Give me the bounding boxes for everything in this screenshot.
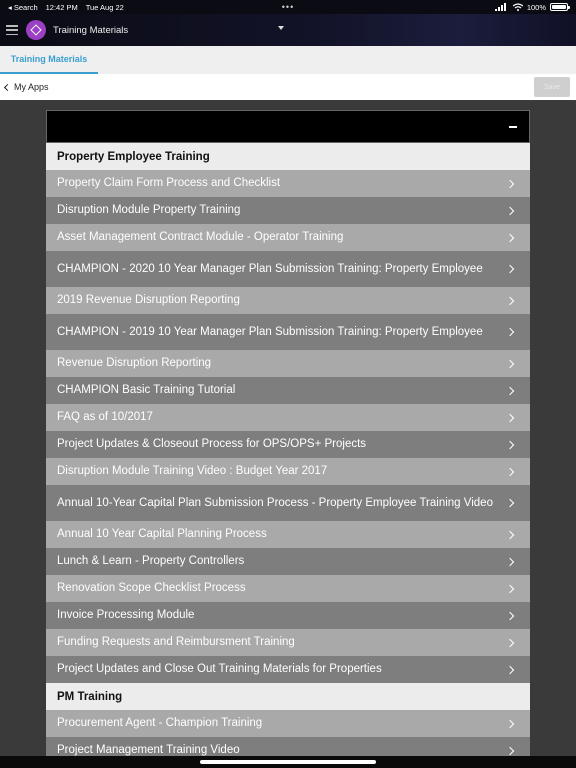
training-item[interactable]: Project Management Training Video — [46, 737, 530, 756]
training-item-label: Disruption Module Training Video : Budge… — [57, 465, 328, 477]
training-item[interactable]: Disruption Module Property Training — [46, 197, 530, 224]
training-item[interactable]: Property Claim Form Process and Checklis… — [46, 170, 530, 197]
app-header: Training Materials — [0, 14, 576, 46]
tab-bar: Training Materials — [0, 46, 576, 74]
training-panel: Property Employee Training Property Claim… — [46, 110, 530, 756]
training-item-label: Procurement Agent - Champion Training — [57, 717, 263, 729]
training-item[interactable]: Funding Requests and Reimbursment Traini… — [46, 629, 530, 656]
chevron-right-icon — [505, 206, 515, 215]
chevron-right-icon — [505, 638, 515, 647]
training-item[interactable]: Lunch & Learn - Property Controllers — [46, 548, 530, 575]
training-item-label: Project Updates and Close Out Training M… — [57, 663, 382, 675]
training-item[interactable]: Procurement Agent - Champion Training — [46, 710, 530, 737]
training-item-label: Funding Requests and Reimbursment Traini… — [57, 636, 295, 648]
home-indicator — [0, 756, 576, 768]
save-button[interactable]: Save — [534, 77, 570, 97]
status-bar: ◂ Search 12:42 PM Tue Aug 22 ••• 100% — [0, 0, 576, 14]
status-date: Tue Aug 22 — [85, 2, 124, 12]
nav-bar: My Apps Save — [0, 74, 576, 100]
training-item-label: 2019 Revenue Disruption Reporting — [57, 294, 240, 306]
chevron-right-icon — [505, 719, 515, 728]
training-item-label: Project Updates & Closeout Process for O… — [57, 438, 367, 450]
chevron-right-icon — [505, 233, 515, 242]
training-item[interactable]: Disruption Module Training Video : Budge… — [46, 458, 530, 485]
training-item-label: Annual 10-Year Capital Plan Submission P… — [57, 496, 493, 509]
chevron-right-icon — [505, 530, 515, 539]
back-to-search-link[interactable]: ◂ Search — [8, 3, 38, 12]
training-item[interactable]: CHAMPION - 2019 10 Year Manager Plan Sub… — [46, 314, 530, 350]
chevron-right-icon — [505, 264, 515, 274]
hamburger-menu-icon[interactable] — [6, 25, 18, 35]
training-item-label: FAQ as of 10/2017 — [57, 411, 153, 423]
chevron-right-icon — [505, 440, 515, 449]
signal-icon — [494, 3, 506, 11]
chevron-right-icon — [505, 746, 515, 755]
app-logo-icon[interactable] — [26, 20, 46, 40]
section-header: PM Training — [46, 683, 530, 710]
training-list: Property Employee Training Property Claim… — [46, 143, 530, 756]
training-item[interactable]: Project Updates and Close Out Training M… — [46, 656, 530, 683]
training-item-label: Revenue Disruption Reporting — [57, 357, 212, 369]
chevron-right-icon — [505, 665, 515, 674]
chevron-left-icon — [3, 83, 12, 91]
chevron-right-icon — [505, 611, 515, 620]
training-item[interactable]: FAQ as of 10/2017 — [46, 404, 530, 431]
training-item[interactable]: Invoice Processing Module — [46, 602, 530, 629]
training-item[interactable]: Annual 10 Year Capital Planning Process — [46, 521, 530, 548]
chevron-right-icon — [505, 327, 515, 337]
training-item-label: CHAMPION - 2019 10 Year Manager Plan Sub… — [57, 325, 483, 338]
training-item-label: CHAMPION Basic Training Tutorial — [57, 384, 236, 396]
collapse-icon[interactable] — [509, 126, 517, 128]
chevron-right-icon — [505, 557, 515, 566]
chevron-right-icon — [505, 179, 515, 188]
training-item-label: Asset Management Contract Module - Opera… — [57, 231, 344, 243]
chevron-down-icon[interactable] — [278, 26, 284, 30]
tab-training-materials[interactable]: Training Materials — [0, 46, 98, 74]
training-item-label: Annual 10 Year Capital Planning Process — [57, 528, 267, 540]
multitask-dots-icon[interactable]: ••• — [282, 2, 294, 12]
wifi-icon — [512, 3, 523, 11]
training-item[interactable]: 2019 Revenue Disruption Reporting — [46, 287, 530, 314]
chevron-right-icon — [505, 584, 515, 593]
training-item[interactable]: Annual 10-Year Capital Plan Submission P… — [46, 485, 530, 521]
chevron-right-icon — [505, 413, 515, 422]
chevron-right-icon — [505, 467, 515, 476]
training-item[interactable]: Revenue Disruption Reporting — [46, 350, 530, 377]
training-item-label: Lunch & Learn - Property Controllers — [57, 555, 245, 567]
battery-percent: 100% — [526, 2, 546, 12]
training-item[interactable]: Renovation Scope Checklist Process — [46, 575, 530, 602]
training-item-label: Project Management Training Video — [57, 744, 240, 756]
training-item[interactable]: CHAMPION Basic Training Tutorial — [46, 377, 530, 404]
chevron-right-icon — [505, 498, 515, 508]
app-title: Training Materials — [53, 24, 129, 36]
training-item[interactable]: Project Updates & Closeout Process for O… — [46, 431, 530, 458]
chevron-right-icon — [505, 296, 515, 305]
chevron-right-icon — [505, 359, 515, 368]
panel-header — [46, 110, 530, 143]
training-item-label: Property Claim Form Process and Checklis… — [57, 177, 281, 189]
back-label: My Apps — [14, 82, 49, 92]
battery-icon — [550, 3, 570, 11]
back-button[interactable]: My Apps — [3, 82, 49, 92]
status-time: 12:42 PM — [45, 2, 78, 12]
training-item-label: Renovation Scope Checklist Process — [57, 582, 246, 594]
section-header: Property Employee Training — [46, 143, 530, 170]
chevron-right-icon — [505, 386, 515, 395]
training-item-label: CHAMPION - 2020 10 Year Manager Plan Sub… — [57, 262, 483, 275]
training-item-label: Disruption Module Property Training — [57, 204, 241, 216]
training-item-label: Invoice Processing Module — [57, 609, 195, 621]
training-item[interactable]: Asset Management Contract Module - Opera… — [46, 224, 530, 251]
training-item[interactable]: CHAMPION - 2020 10 Year Manager Plan Sub… — [46, 251, 530, 287]
